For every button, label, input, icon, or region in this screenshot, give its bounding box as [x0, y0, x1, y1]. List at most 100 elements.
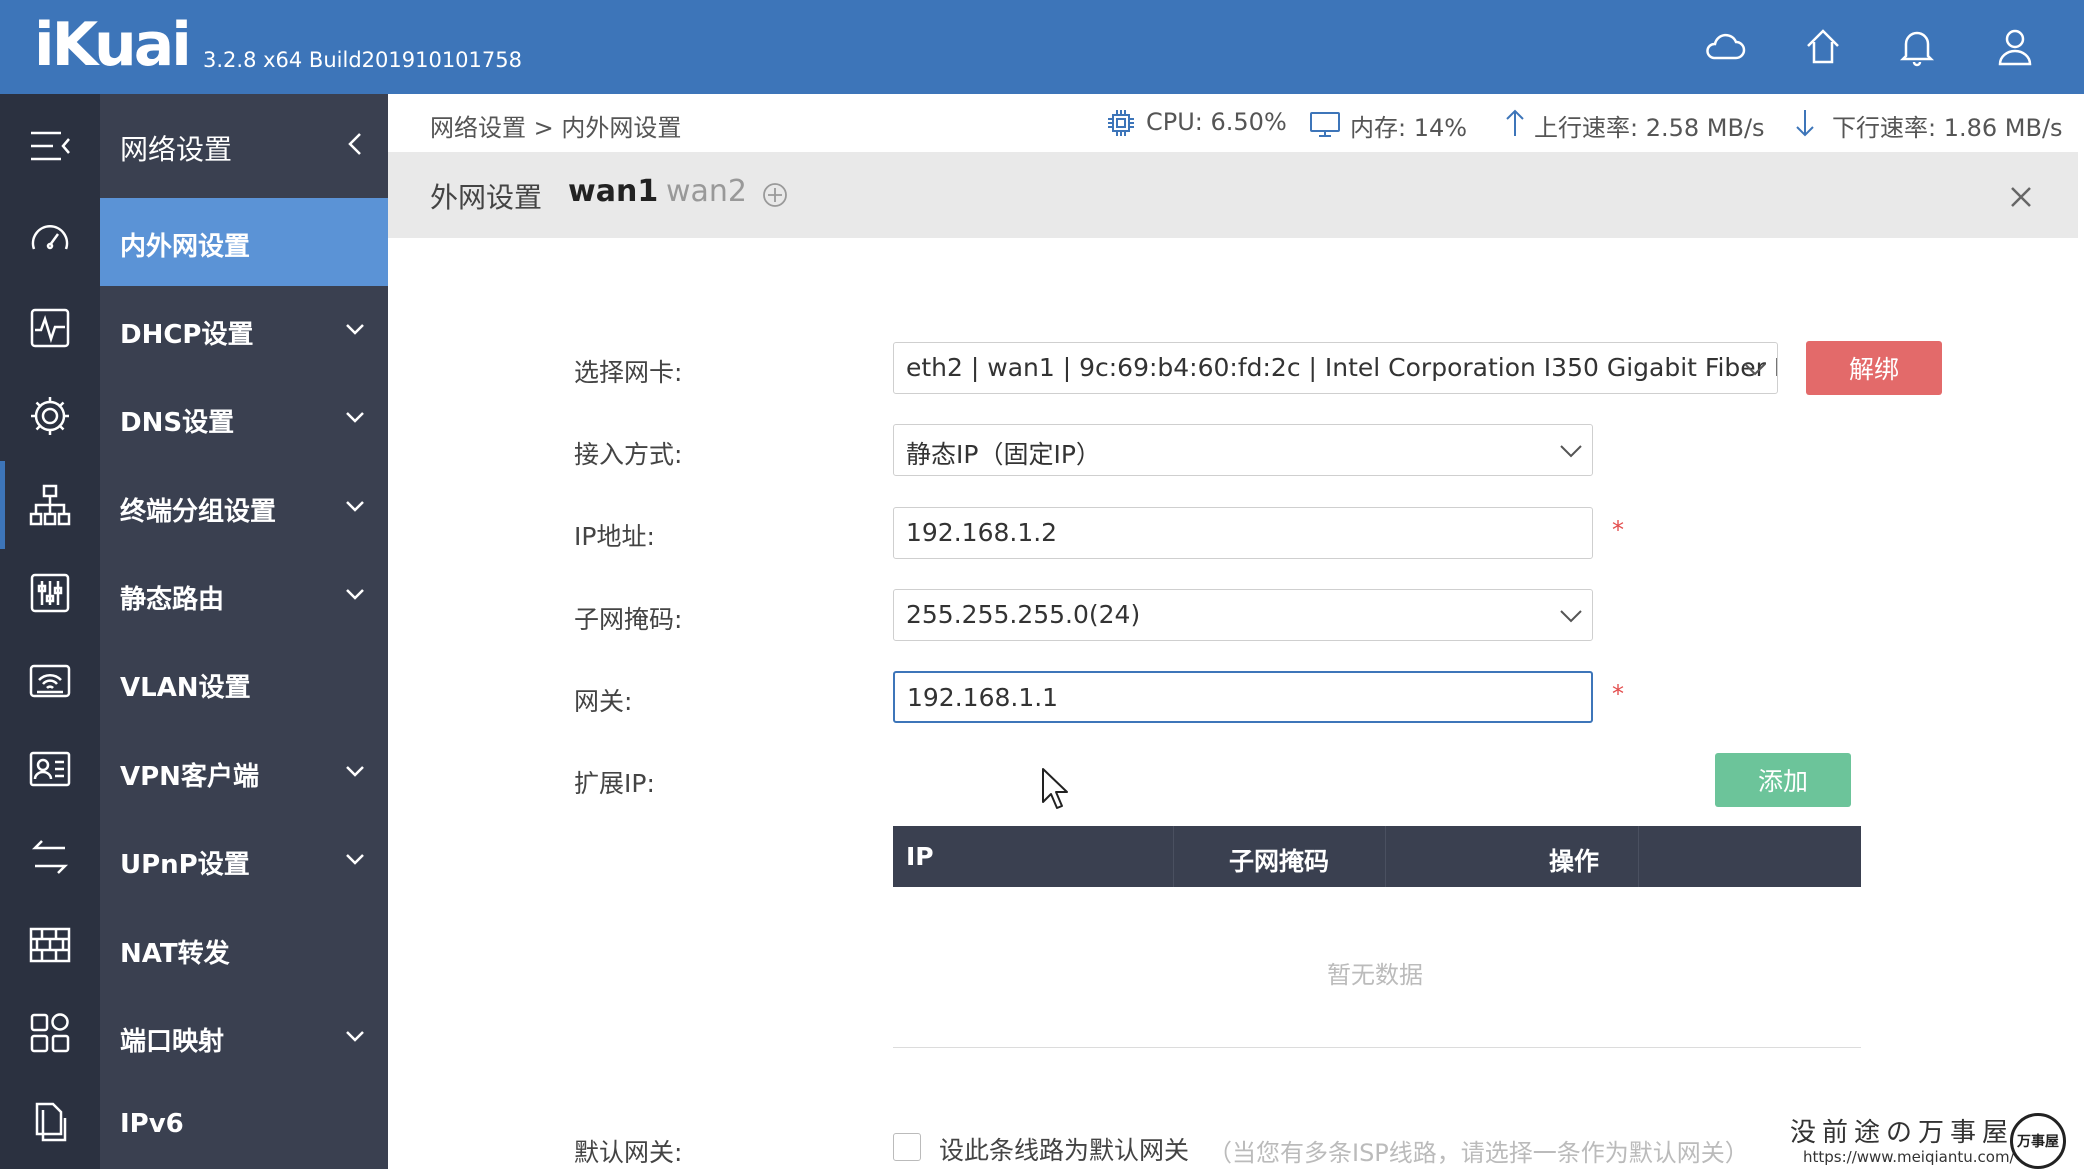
chevron-down-icon	[340, 844, 370, 874]
sidebar-item-ipv6[interactable]: IPv6	[100, 1081, 388, 1169]
firewall-icon[interactable]	[0, 901, 100, 989]
arrow-down-icon	[1788, 106, 1822, 140]
arrow-up-icon	[1498, 106, 1532, 140]
column-divider	[1173, 826, 1174, 887]
sidebar-item-vlan[interactable]: VLAN设置	[100, 639, 388, 727]
menu-title: 网络设置	[120, 133, 233, 166]
column-actions: 操作	[1549, 847, 1600, 876]
sidebar-item-label: DHCP设置	[120, 320, 254, 350]
sidebar-item-upnp[interactable]: UPnP设置	[100, 816, 388, 904]
tab-wan2[interactable]: wan2	[666, 174, 747, 209]
watermark-seal: 万事屋	[2010, 1113, 2066, 1169]
sidebar-item-label: DNS设置	[120, 408, 235, 438]
add-button[interactable]: 添加	[1715, 753, 1851, 807]
watermark-url: https://www.meiqiantu.com/	[1803, 1148, 2015, 1166]
pulse-icon[interactable]	[0, 284, 100, 372]
access-mode-select[interactable]: 静态IP（固定IP）	[893, 424, 1593, 476]
chevron-down-icon	[1742, 357, 1768, 381]
gear-icon[interactable]	[0, 372, 100, 460]
sidebar-item-label: 内外网设置	[120, 232, 251, 262]
close-icon[interactable]	[2006, 182, 2036, 212]
nic-select-value: eth2 | wan1 | 9c:69:b4:60:fd:2c | Intel …	[906, 353, 1778, 382]
add-tab-icon[interactable]	[760, 180, 790, 210]
chevron-down-icon	[340, 579, 370, 609]
id-card-icon[interactable]	[0, 725, 100, 813]
column-divider	[1638, 826, 1639, 887]
chevron-down-icon	[340, 491, 370, 521]
network-tree-icon[interactable]	[0, 461, 100, 549]
mouse-cursor-icon	[1040, 766, 1072, 812]
gateway-input[interactable]: 192.168.1.1	[893, 671, 1593, 723]
sidebar-item-wan-lan[interactable]: 内外网设置	[100, 198, 388, 286]
required-mark: *	[1612, 680, 1624, 708]
nic-label: 选择网卡:	[574, 358, 683, 387]
tab-wan1[interactable]: wan1	[568, 174, 658, 209]
top-header: iKuai 3.2.8 x64 Build201910101758	[0, 0, 2084, 94]
watermark-text: 没前途の万事屋	[1790, 1118, 2015, 1148]
nic-select[interactable]: eth2 | wan1 | 9c:69:b4:60:fd:2c | Intel …	[893, 342, 1778, 394]
sidebar-item-nat[interactable]: NAT转发	[100, 905, 388, 993]
subnet-mask-value: 255.255.255.0(24)	[906, 600, 1141, 629]
gateway-label: 网关:	[574, 687, 633, 716]
swap-arrows-icon[interactable]	[0, 813, 100, 901]
sidebar-item-dns[interactable]: DNS设置	[100, 374, 388, 462]
sidebar-item-label: VLAN设置	[120, 673, 251, 703]
chevron-down-icon	[340, 756, 370, 786]
ip-address-label: IP地址:	[574, 522, 655, 551]
extended-ip-label: 扩展IP:	[574, 769, 655, 798]
cloud-icon[interactable]	[1702, 24, 1748, 70]
sidebar-item-vpn-client[interactable]: VPN客户端	[100, 728, 388, 816]
access-mode-label: 接入方式:	[574, 440, 683, 469]
gauge-icon[interactable]	[0, 196, 100, 284]
monitor-icon	[1308, 106, 1342, 140]
sidebar-item-dhcp[interactable]: DHCP设置	[100, 286, 388, 374]
required-mark: *	[1612, 516, 1624, 544]
sidebar-item-label: 终端分组设置	[120, 497, 277, 527]
column-subnet-mask[interactable]: 子网掩码	[1229, 842, 1329, 878]
sidebar-menu: 网络设置 内外网设置 DHCP设置 DNS设置 终端分组设置 静态路由 VLAN…	[100, 94, 388, 1169]
column-divider	[1385, 826, 1386, 887]
subnet-mask-select[interactable]: 255.255.255.0(24)	[893, 589, 1593, 641]
sidebar-item-static-route[interactable]: 静态路由	[100, 551, 388, 639]
upload-rate: 上行速率: 2.58 MB/s	[1534, 114, 1765, 142]
sidebar-item-label: VPN客户端	[120, 762, 259, 792]
sidebar-item-label: UPnP设置	[120, 850, 250, 880]
menu-toggle-icon[interactable]	[0, 102, 100, 190]
sidebar-item-label: 端口映射	[120, 1027, 225, 1057]
documents-icon[interactable]	[0, 1077, 100, 1165]
default-gateway-checkbox[interactable]	[893, 1133, 921, 1161]
column-ip[interactable]: IP	[906, 842, 934, 871]
version-text: 3.2.8 x64 Build201910101758	[203, 48, 522, 72]
chevron-down-icon	[1558, 439, 1584, 463]
ikuai-logo: iKuai	[34, 10, 192, 80]
tab-bar: 外网设置 wan1 wan2	[388, 152, 2078, 238]
user-icon[interactable]	[1992, 24, 2038, 70]
sidebar-item-label: NAT转发	[120, 939, 230, 969]
table-empty-text: 暂无数据	[1327, 961, 1423, 989]
chevron-down-icon	[340, 314, 370, 344]
sidebar-item-terminal-group[interactable]: 终端分组设置	[100, 463, 388, 551]
ip-address-input[interactable]: 192.168.1.2	[893, 507, 1593, 559]
sliders-icon[interactable]	[0, 549, 100, 637]
menu-header: 网络设置	[100, 94, 388, 198]
apps-grid-icon[interactable]	[0, 989, 100, 1077]
bell-icon[interactable]	[1894, 24, 1940, 70]
cpu-chip-icon	[1104, 106, 1138, 140]
chevron-down-icon	[1558, 604, 1584, 628]
subnet-mask-label: 子网掩码:	[574, 605, 683, 634]
sidebar-item-label: 静态路由	[120, 585, 225, 615]
chevron-down-icon	[340, 402, 370, 432]
panel-title: 外网设置	[430, 181, 543, 214]
home-icon[interactable]	[1800, 24, 1846, 70]
icon-rail	[0, 94, 100, 1169]
unbind-button[interactable]: 解绑	[1806, 341, 1942, 395]
default-gateway-checkbox-label[interactable]: 设此条线路为默认网关	[939, 1131, 1189, 1167]
wifi-router-icon[interactable]	[0, 637, 100, 725]
default-gateway-hint: （当您有多条ISP线路，请选择一条作为默认网关）	[1208, 1139, 1749, 1167]
cpu-usage: CPU: 6.50%	[1146, 108, 1287, 136]
collapse-chevron-icon[interactable]	[340, 124, 370, 164]
access-mode-value: 静态IP（固定IP）	[906, 440, 1101, 469]
extended-ip-table-header: IP 子网掩码 操作	[893, 826, 1861, 887]
sidebar-item-port-mapping[interactable]: 端口映射	[100, 993, 388, 1081]
sidebar-item-label: IPv6	[120, 1109, 184, 1139]
